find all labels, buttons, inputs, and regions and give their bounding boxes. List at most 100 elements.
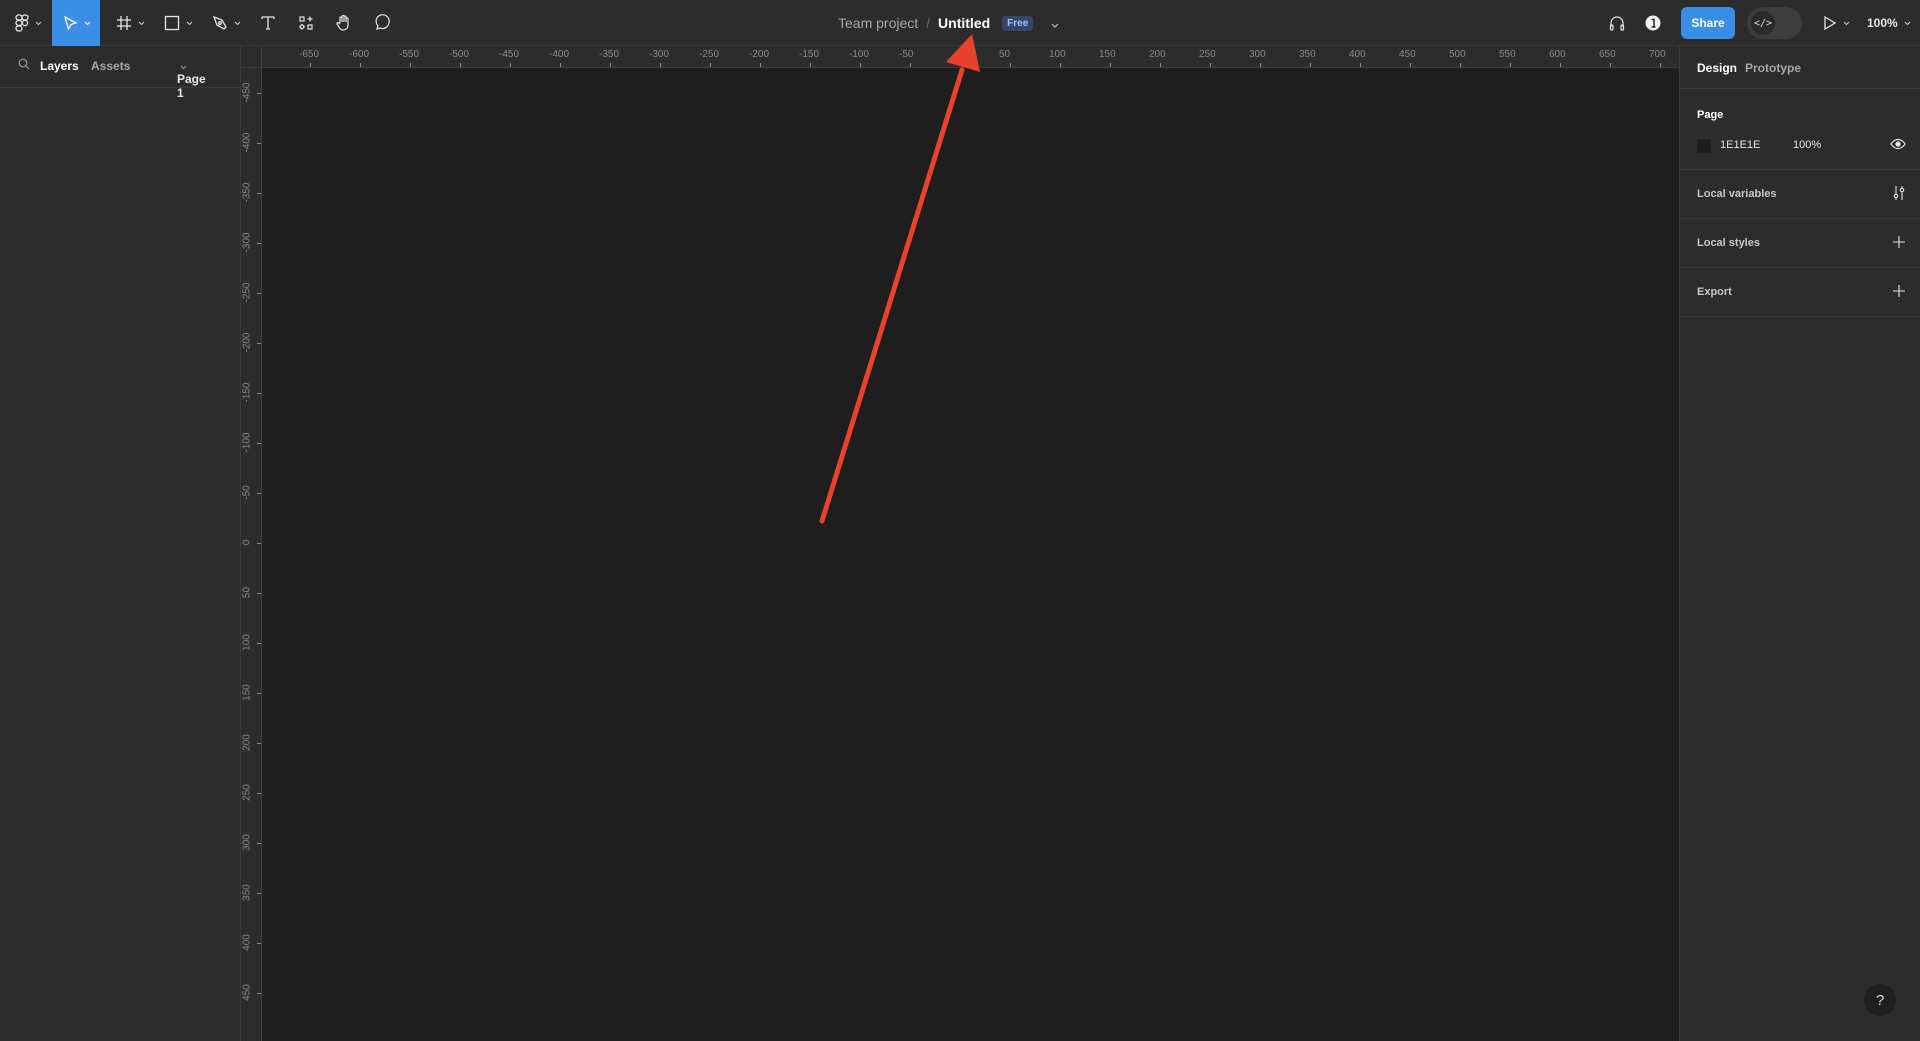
vertical-ruler[interactable]: -450 -400 -350 -300 -250 -200 -150 -100 -50 0 50 10…: [241, 68, 262, 1041]
ruler-label: -300: [241, 232, 253, 253]
ruler-label: 600: [1549, 49, 1566, 60]
ruler-tick: [257, 493, 261, 494]
ruler-tick: [410, 63, 411, 67]
zoom-dropdown[interactable]: 100%: [1867, 0, 1911, 46]
help-button[interactable]: ?: [1864, 984, 1896, 1016]
ruler-label: -500: [449, 49, 470, 60]
ruler-tick: [257, 93, 261, 94]
tab-design[interactable]: Design: [1697, 61, 1737, 75]
horizontal-ruler[interactable]: -650 -600 -550 -500 -450 -400 -350 -300 -250 -200…: [241, 46, 1679, 68]
ruler-tick: [257, 193, 261, 194]
code-icon: </>: [1751, 11, 1775, 35]
dev-mode-toggle[interactable]: </>: [1747, 7, 1802, 39]
ruler-tick: [257, 743, 261, 744]
ruler-tick: [310, 63, 311, 67]
ruler-label: 700: [1649, 49, 1666, 60]
ruler-label: -200: [241, 332, 253, 353]
ruler-tick: [510, 63, 511, 67]
hand-icon: [336, 14, 349, 31]
ruler-label: -200: [749, 49, 770, 60]
add-export-button[interactable]: [1892, 284, 1906, 301]
text-tool-button[interactable]: [252, 0, 284, 46]
page-color-swatch[interactable]: [1697, 139, 1711, 153]
pen-icon: [212, 15, 227, 30]
visibility-toggle[interactable]: [1890, 138, 1906, 153]
project-name-link[interactable]: Team project: [838, 15, 918, 31]
ruler-tick: [257, 943, 261, 944]
ruler-label: 250: [241, 784, 253, 801]
local-variables-section[interactable]: Local variables: [1680, 170, 1920, 219]
plus-icon: [1893, 236, 1905, 248]
tab-prototype[interactable]: Prototype: [1745, 61, 1801, 75]
chevron-down-icon: [1843, 21, 1849, 25]
user-avatar[interactable]: [1640, 0, 1666, 46]
present-button[interactable]: [1818, 0, 1854, 46]
ruler-tick: [1060, 63, 1061, 67]
ruler-tick: [1560, 63, 1561, 67]
resources-tool-button[interactable]: [290, 0, 322, 46]
ruler-label: 500: [1449, 49, 1466, 60]
ruler-tick: [257, 293, 261, 294]
ruler-label: 450: [1399, 49, 1416, 60]
local-styles-label: Local styles: [1697, 237, 1760, 249]
export-section[interactable]: Export: [1680, 268, 1920, 317]
ruler-tick: [257, 993, 261, 994]
ruler-tick: [257, 393, 261, 394]
ruler-label: -350: [599, 49, 620, 60]
local-variables-label: Local variables: [1697, 188, 1777, 200]
ruler-tick: [257, 793, 261, 794]
ruler-tick: [560, 63, 561, 67]
ruler-label: -50: [899, 49, 914, 60]
ruler-label: 150: [1099, 49, 1116, 60]
chevron-down-icon: [84, 21, 90, 25]
ruler-tick: [1360, 63, 1361, 67]
ruler-tick: [1660, 63, 1661, 67]
ruler-label: 550: [1499, 49, 1516, 60]
text-icon: [261, 16, 275, 30]
comment-tool-button[interactable]: [367, 0, 399, 46]
ruler-label: -250: [241, 282, 253, 303]
page-section: Page 1E1E1E 100%: [1680, 89, 1920, 170]
main-menu-button[interactable]: [8, 0, 48, 46]
tab-layers[interactable]: Layers: [40, 59, 79, 73]
breadcrumb-separator: /: [926, 15, 931, 31]
hand-tool-button[interactable]: [328, 0, 360, 46]
pen-tool-button[interactable]: [206, 0, 246, 46]
ruler-tick: [760, 63, 761, 67]
page-opacity[interactable]: 100%: [1793, 139, 1821, 151]
ruler-label: -150: [241, 382, 253, 403]
move-tool-button[interactable]: [52, 0, 100, 46]
tab-assets[interactable]: Assets: [91, 59, 130, 73]
ruler-label: 50: [999, 49, 1011, 60]
page-selector[interactable]: Page 1: [177, 59, 206, 100]
search-layers-button[interactable]: [18, 58, 30, 73]
ruler-label: 100: [241, 634, 253, 651]
ruler-label: 300: [241, 834, 253, 851]
audio-button[interactable]: [1602, 0, 1632, 46]
file-menu-chevron[interactable]: [1051, 15, 1059, 31]
page-selector-label: Page 1: [177, 72, 206, 100]
local-styles-section[interactable]: Local styles: [1680, 219, 1920, 268]
ruler-label: -550: [399, 49, 420, 60]
ruler-tick: [257, 843, 261, 844]
shape-tool-button[interactable]: [158, 0, 198, 46]
open-variables-button[interactable]: [1892, 185, 1906, 204]
page-section-title: Page: [1697, 109, 1724, 121]
zoom-level: 100%: [1867, 16, 1898, 30]
ruler-label: -100: [849, 49, 870, 60]
ruler-tick: [810, 63, 811, 67]
frame-tool-button[interactable]: [110, 0, 150, 46]
ruler-label: -300: [649, 49, 670, 60]
ruler-tick: [1210, 63, 1211, 67]
add-style-button[interactable]: [1892, 235, 1906, 252]
ruler-tick: [257, 343, 261, 344]
ruler-tick: [1010, 63, 1011, 67]
share-button[interactable]: Share: [1681, 7, 1735, 39]
page-color-hex[interactable]: 1E1E1E: [1720, 139, 1760, 151]
play-icon: [1823, 15, 1836, 31]
file-name[interactable]: Untitled: [938, 15, 990, 31]
ruler-label: -450: [499, 49, 520, 60]
ruler-label: -400: [549, 49, 570, 60]
ruler-tick: [1110, 63, 1111, 67]
design-canvas[interactable]: [262, 68, 1679, 1041]
